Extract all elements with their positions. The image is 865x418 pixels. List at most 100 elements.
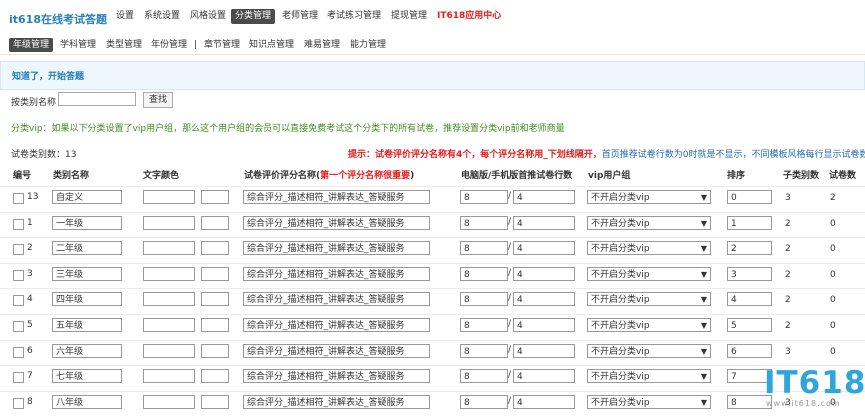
menu-item-settings[interactable]: 设置 bbox=[116, 9, 134, 24]
vip-group-select[interactable]: 不开启分类vip ▼ bbox=[587, 292, 711, 306]
notice-link[interactable]: 知道了，开始答题 bbox=[12, 69, 84, 82]
color-picker[interactable] bbox=[201, 344, 229, 358]
score-names-input[interactable]: 综合评分_描述相符_讲解表达_答疑服务 bbox=[243, 292, 430, 306]
menu-item-style-settings[interactable]: 风格设置 bbox=[190, 9, 226, 24]
pc-rows-input[interactable]: 8 bbox=[460, 318, 508, 332]
order-input[interactable]: 3 bbox=[727, 267, 772, 281]
category-name-input[interactable]: 一年级 bbox=[52, 216, 122, 230]
category-name-input[interactable]: 二年级 bbox=[52, 241, 122, 255]
score-names-input[interactable]: 综合评分_描述相符_讲解表达_答疑服务 bbox=[243, 267, 430, 281]
row-checkbox[interactable] bbox=[13, 295, 24, 306]
color-picker[interactable] bbox=[201, 190, 229, 204]
menu-item-teacher-manage[interactable]: 老师管理 bbox=[282, 9, 318, 24]
mobile-rows-input[interactable]: 4 bbox=[513, 318, 575, 332]
pc-rows-input[interactable]: 8 bbox=[460, 395, 508, 409]
mobile-rows-input[interactable]: 4 bbox=[513, 344, 575, 358]
vip-group-select[interactable]: 不开启分类vip ▼ bbox=[587, 190, 711, 204]
mobile-rows-input[interactable]: 4 bbox=[513, 267, 575, 281]
row-checkbox[interactable] bbox=[13, 270, 24, 281]
color-picker[interactable] bbox=[201, 369, 229, 383]
score-names-input[interactable]: 综合评分_描述相符_讲解表达_答疑服务 bbox=[243, 318, 430, 332]
mobile-rows-input[interactable]: 4 bbox=[513, 369, 575, 383]
row-checkbox[interactable] bbox=[13, 321, 24, 332]
row-checkbox[interactable] bbox=[13, 244, 24, 255]
chevron-down-icon: ▼ bbox=[700, 398, 707, 407]
pc-rows-input[interactable]: 8 bbox=[460, 369, 508, 383]
row-id: 6 bbox=[27, 346, 33, 356]
score-names-input[interactable]: 综合评分_描述相符_讲解表达_答疑服务 bbox=[243, 344, 430, 358]
vip-group-select[interactable]: 不开启分类vip ▼ bbox=[587, 241, 711, 255]
row-checkbox[interactable] bbox=[13, 193, 24, 204]
vip-group-select[interactable]: 不开启分类vip ▼ bbox=[587, 369, 711, 383]
score-names-input[interactable]: 综合评分_描述相符_讲解表达_答疑服务 bbox=[243, 395, 430, 409]
mobile-rows-input[interactable]: 4 bbox=[513, 190, 575, 204]
text-color-input[interactable] bbox=[143, 318, 195, 332]
pc-rows-input[interactable]: 8 bbox=[460, 267, 508, 281]
tab-difficulty-manage[interactable]: 难易管理 bbox=[304, 38, 340, 52]
pc-rows-input[interactable]: 8 bbox=[460, 216, 508, 230]
menu-item-system-settings[interactable]: 系统设置 bbox=[144, 9, 180, 24]
mobile-rows-input[interactable]: 4 bbox=[513, 216, 575, 230]
pc-rows-input[interactable]: 8 bbox=[460, 292, 508, 306]
text-color-input[interactable] bbox=[143, 292, 195, 306]
tab-subject-manage[interactable]: 学科管理 bbox=[60, 38, 96, 52]
color-picker[interactable] bbox=[201, 292, 229, 306]
score-names-input[interactable]: 综合评分_描述相符_讲解表达_答疑服务 bbox=[243, 190, 430, 204]
score-names-input[interactable]: 综合评分_描述相符_讲解表达_答疑服务 bbox=[243, 369, 430, 383]
row-checkbox[interactable] bbox=[13, 398, 24, 409]
mobile-rows-input[interactable]: 4 bbox=[513, 292, 575, 306]
row-checkbox[interactable] bbox=[13, 219, 24, 230]
tab-knowledge-manage[interactable]: 知识点管理 bbox=[249, 38, 294, 52]
text-color-input[interactable] bbox=[143, 216, 195, 230]
score-names-input[interactable]: 综合评分_描述相符_讲解表达_答疑服务 bbox=[243, 241, 430, 255]
search-button[interactable]: 查找 bbox=[143, 92, 173, 108]
vip-group-select[interactable]: 不开启分类vip ▼ bbox=[587, 267, 711, 281]
tab-ability-manage[interactable]: 能力管理 bbox=[350, 38, 386, 52]
vip-group-select[interactable]: 不开启分类vip ▼ bbox=[587, 395, 711, 409]
text-color-input[interactable] bbox=[143, 369, 195, 383]
order-input[interactable]: 0 bbox=[727, 190, 772, 204]
mobile-rows-input[interactable]: 4 bbox=[513, 395, 575, 409]
menu-item-withdraw-manage[interactable]: 提现管理 bbox=[391, 9, 427, 24]
category-name-input[interactable]: 三年级 bbox=[52, 267, 122, 281]
pc-rows-input[interactable]: 8 bbox=[460, 344, 508, 358]
color-picker[interactable] bbox=[201, 318, 229, 332]
row-checkbox[interactable] bbox=[13, 347, 24, 358]
text-color-input[interactable] bbox=[143, 190, 195, 204]
category-name-input[interactable]: 八年级 bbox=[52, 395, 122, 409]
tab-chapter-manage[interactable]: 章节管理 bbox=[204, 38, 240, 52]
order-input[interactable]: 1 bbox=[727, 216, 772, 230]
category-name-input[interactable]: 自定义 bbox=[52, 190, 122, 204]
text-color-input[interactable] bbox=[143, 241, 195, 255]
menu-item-category-manage[interactable]: 分类管理 bbox=[231, 9, 276, 24]
category-name-input[interactable]: 五年级 bbox=[52, 318, 122, 332]
text-color-input[interactable] bbox=[143, 395, 195, 409]
tab-type-manage[interactable]: 类型管理 bbox=[106, 38, 142, 52]
vip-group-select[interactable]: 不开启分类vip ▼ bbox=[587, 318, 711, 332]
pc-rows-input[interactable]: 8 bbox=[460, 190, 508, 204]
order-input[interactable]: 4 bbox=[727, 292, 772, 306]
category-name-input[interactable]: 六年级 bbox=[52, 344, 122, 358]
order-input[interactable]: 2 bbox=[727, 241, 772, 255]
color-picker[interactable] bbox=[201, 216, 229, 230]
pc-rows-input[interactable]: 8 bbox=[460, 241, 508, 255]
color-picker[interactable] bbox=[201, 241, 229, 255]
text-color-input[interactable] bbox=[143, 267, 195, 281]
text-color-input[interactable] bbox=[143, 344, 195, 358]
order-input[interactable]: 5 bbox=[727, 318, 772, 332]
color-picker[interactable] bbox=[201, 395, 229, 409]
search-input[interactable] bbox=[58, 92, 136, 106]
menu-item-app-center[interactable]: IT618应用中心 bbox=[437, 9, 501, 24]
mobile-rows-input[interactable]: 4 bbox=[513, 241, 575, 255]
vip-group-select[interactable]: 不开启分类vip ▼ bbox=[587, 216, 711, 230]
tab-year-manage[interactable]: 年份管理 bbox=[151, 38, 187, 52]
category-name-input[interactable]: 四年级 bbox=[52, 292, 122, 306]
row-checkbox[interactable] bbox=[13, 372, 24, 383]
color-picker[interactable] bbox=[201, 267, 229, 281]
order-input[interactable]: 6 bbox=[727, 344, 772, 358]
vip-group-select[interactable]: 不开启分类vip ▼ bbox=[587, 344, 711, 358]
category-name-input[interactable]: 七年级 bbox=[52, 369, 122, 383]
tab-grade-manage[interactable]: 年级管理 bbox=[9, 38, 54, 52]
score-names-input[interactable]: 综合评分_描述相符_讲解表达_答疑服务 bbox=[243, 216, 430, 230]
menu-item-exam-manage[interactable]: 考试练习管理 bbox=[327, 9, 381, 24]
